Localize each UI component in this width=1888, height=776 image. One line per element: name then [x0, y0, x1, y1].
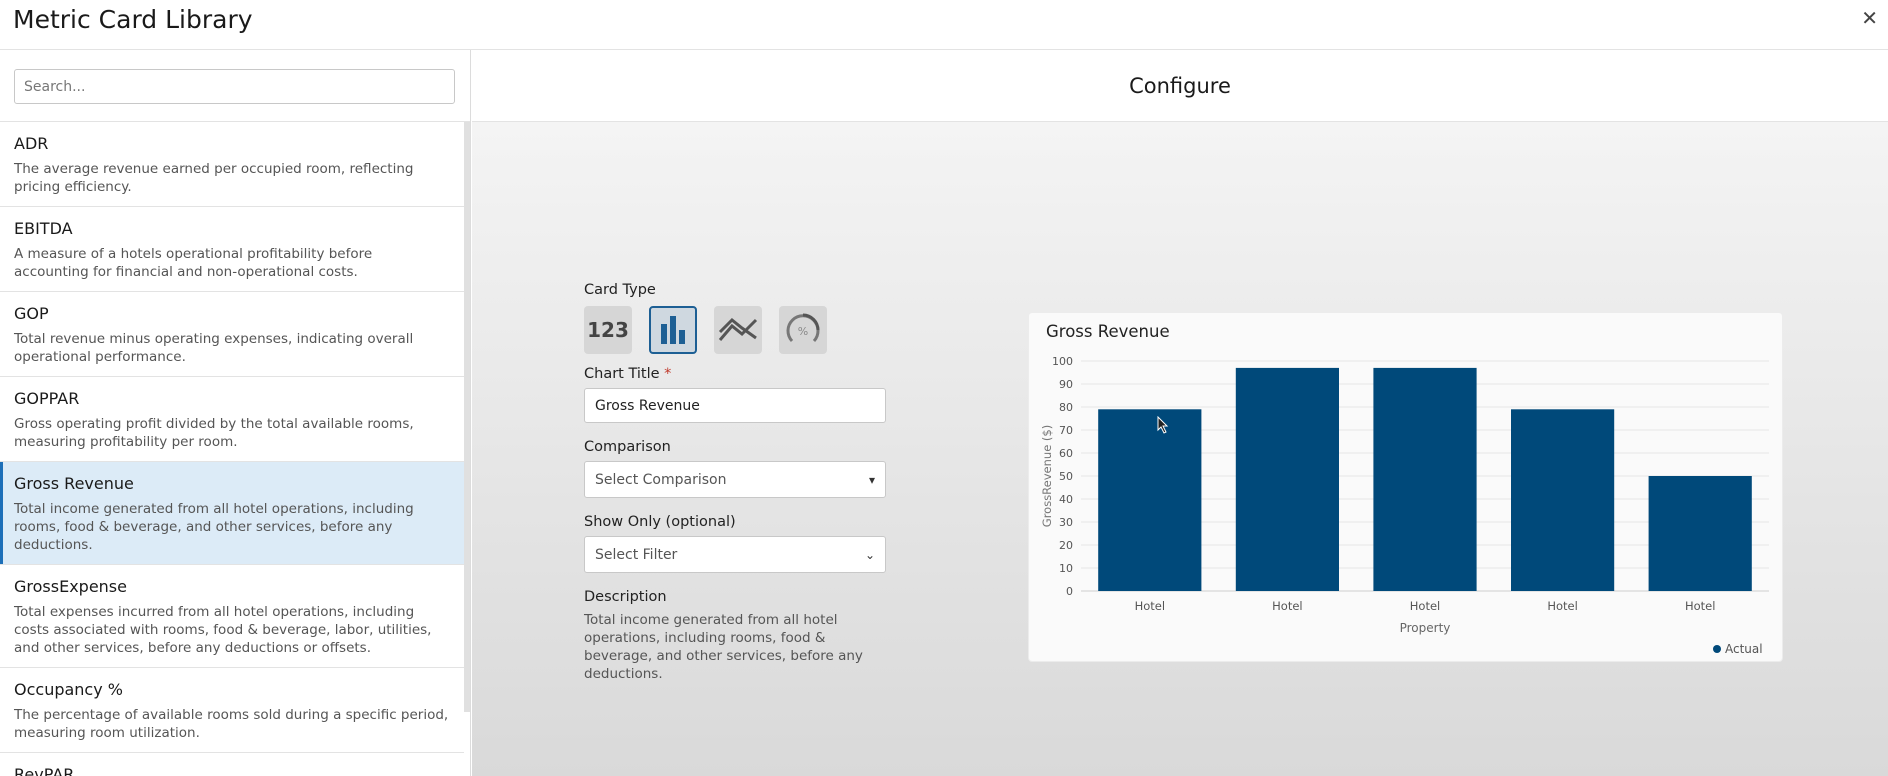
y-tick-label: 90	[1059, 378, 1073, 391]
x-axis-label: Property	[1400, 621, 1451, 635]
card-type-line-button[interactable]	[714, 306, 762, 354]
gauge-percent-text: %	[798, 325, 808, 338]
metric-description: Gross operating profit divided by the to…	[14, 416, 414, 450]
metric-item[interactable]: ADR The average revenue earned per occupi…	[0, 122, 464, 207]
card-type-options: 123 %	[584, 306, 894, 354]
metric-list: ADR The average revenue earned per occupi…	[0, 122, 464, 776]
bar-chart: 0 10 20 30 40 50 60 70 80 90 100 Hotel Hotel Hotel Hot…	[1040, 355, 1769, 656]
metric-name: GOPPAR	[14, 389, 80, 408]
card-type-label: Card Type	[584, 282, 656, 298]
metric-name: GOP	[14, 304, 49, 323]
x-tick-label: Hotel	[1272, 599, 1302, 613]
metric-name: RevPAR	[14, 765, 75, 776]
metric-item[interactable]: GrossExpense Total expenses incurred from…	[0, 565, 464, 668]
bar	[1511, 409, 1615, 591]
y-tick-label: 80	[1059, 401, 1073, 414]
y-tick-label: 0	[1066, 585, 1073, 598]
metric-name: Gross Revenue	[14, 474, 134, 493]
metric-item[interactable]: EBITDA A measure of a hotels operational …	[0, 207, 464, 292]
metric-description: The average revenue earned per occupied …	[14, 161, 414, 195]
required-mark: *	[664, 366, 672, 382]
y-tick-label: 40	[1059, 493, 1073, 506]
y-tick-label: 30	[1059, 516, 1073, 529]
bar-chart-icon	[661, 316, 685, 344]
metric-item[interactable]: RevPAR	[0, 753, 464, 776]
y-tick-label: 50	[1059, 470, 1073, 483]
x-tick-label: Hotel	[1410, 599, 1440, 613]
x-tick-label: Hotel	[1135, 599, 1165, 613]
bar	[1648, 476, 1752, 591]
configure-header: Configure	[472, 50, 1888, 122]
comparison-select[interactable]: Select Comparison ▾	[584, 461, 886, 498]
chart-title-label-text: Chart Title	[584, 366, 660, 382]
metric-name: GrossExpense	[14, 577, 127, 596]
show-only-label: Show Only (optional)	[584, 514, 736, 530]
metric-name: Occupancy %	[14, 680, 123, 699]
modal-title: Metric Card Library	[13, 5, 253, 34]
x-tick-label: Hotel	[1685, 599, 1715, 613]
metric-description: A measure of a hotels operational profit…	[14, 246, 373, 280]
chevron-down-icon: ▾	[868, 472, 875, 487]
mouse-cursor-icon	[1157, 416, 1169, 434]
metric-name: EBITDA	[14, 219, 73, 238]
metric-item[interactable]: GOPPAR Gross operating profit divided by …	[0, 377, 464, 462]
description-label: Description	[584, 589, 667, 605]
metric-item[interactable]: Gross Revenue Total income generated from…	[0, 462, 464, 565]
y-tick-label: 20	[1059, 539, 1073, 552]
chevron-down-icon: ⌄	[864, 547, 875, 562]
card-type-bar-button[interactable]	[649, 306, 697, 354]
chart-preview-card: Gross Revenue 0 10 20 30 40 50 60 70 80 90 100 Hote…	[1028, 312, 1783, 662]
show-only-value: Select Filter	[595, 546, 678, 563]
y-axis-label: GrossRevenue ($)	[1040, 425, 1054, 527]
bar	[1235, 367, 1339, 591]
comparison-label: Comparison	[584, 439, 671, 455]
chart-title-input[interactable]	[584, 388, 886, 423]
gauge-icon: %	[786, 313, 820, 343]
y-tick-label: 70	[1059, 424, 1073, 437]
bar	[1098, 409, 1202, 591]
metric-description: The percentage of available rooms sold d…	[14, 707, 449, 741]
x-tick-label: Hotel	[1547, 599, 1577, 613]
line-chart-icon	[718, 317, 758, 341]
metric-name: ADR	[14, 134, 49, 153]
y-tick-label: 100	[1052, 355, 1073, 368]
sidebar-scrollbar[interactable]	[464, 122, 470, 712]
number-icon: 123	[587, 318, 629, 342]
bar	[1373, 367, 1477, 591]
metric-sidebar: ADR The average revenue earned per occupi…	[0, 50, 471, 776]
legend-marker	[1713, 645, 1721, 653]
card-type-gauge-button[interactable]: %	[779, 306, 827, 354]
configure-form: Card Type 123 % Chart Title * Gross Reve…	[584, 282, 894, 683]
metric-description: Total revenue minus operating expenses, …	[14, 331, 414, 365]
search-area	[0, 50, 470, 122]
y-tick-label: 60	[1059, 447, 1073, 460]
metric-item[interactable]: Occupancy % The percentage of available r…	[0, 668, 464, 753]
y-tick-label: 10	[1059, 562, 1073, 575]
legend-label: Actual	[1725, 642, 1763, 656]
chart-title-label: Chart Title *	[584, 366, 894, 382]
card-type-number-button[interactable]: 123	[584, 306, 632, 354]
description-text: Total income generated from all hotel op…	[584, 612, 863, 682]
modal-header: Metric Card Library ✕	[0, 0, 1888, 50]
close-icon[interactable]: ✕	[1861, 6, 1878, 30]
metric-item[interactable]: GOP Total revenue minus operating expense…	[0, 292, 464, 377]
metric-description: Total income generated from all hotel op…	[14, 501, 414, 553]
show-only-select[interactable]: Select Filter ⌄	[584, 536, 886, 573]
search-input[interactable]	[14, 69, 455, 104]
configure-panel: Configure Card Type 123 % Chart Title * …	[472, 50, 1888, 776]
metric-description: Total expenses incurred from all hotel o…	[14, 604, 432, 656]
comparison-value: Select Comparison	[595, 471, 727, 488]
configure-heading: Configure	[1129, 74, 1231, 98]
